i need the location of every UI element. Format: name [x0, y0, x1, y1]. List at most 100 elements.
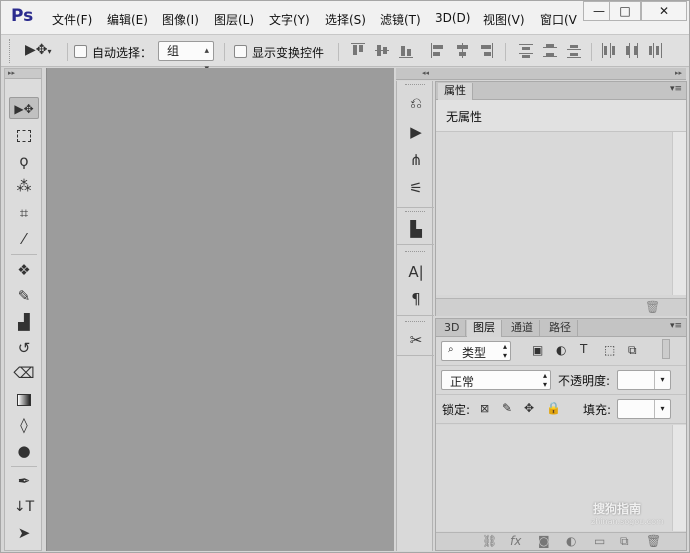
dock-collapse-icon[interactable]: ◂◂: [422, 68, 429, 79]
no-properties-text: 无属性: [436, 100, 686, 132]
trash-icon[interactable]: 🗑: [645, 300, 660, 314]
delete-layer-icon[interactable]: 🗑: [646, 534, 661, 548]
close-button[interactable]: ✕: [641, 1, 687, 21]
tab-paths[interactable]: 路径: [543, 320, 578, 337]
fx-icon[interactable]: fx: [510, 534, 521, 548]
actions-panel-icon[interactable]: ▶: [405, 122, 427, 142]
align-right-icon[interactable]: [479, 43, 493, 59]
move-tool-icon[interactable]: ▶✥: [9, 97, 39, 119]
move-tool-preset-icon[interactable]: ▶✥▾: [25, 42, 52, 58]
auto-select-dropdown[interactable]: 组 ▴▾: [158, 41, 214, 74]
menu-file[interactable]: 文件(F): [52, 11, 92, 28]
opacity-input[interactable]: ▾: [617, 370, 671, 390]
healing-brush-tool-icon[interactable]: ❖: [9, 259, 39, 281]
layers-scrollbar[interactable]: [672, 425, 686, 531]
distribute-left-icon[interactable]: [601, 43, 615, 59]
menu-window[interactable]: 窗口(V: [540, 11, 577, 28]
menu-filter[interactable]: 滤镜(T): [380, 11, 421, 28]
options-bar: ▶✥▾ 自动选择： 组 ▴▾ 显示变换控件: [1, 35, 689, 74]
strip-grip: [405, 321, 425, 323]
align-hcenter-icon[interactable]: [455, 43, 469, 59]
distribute-top-icon[interactable]: [519, 43, 533, 59]
crop-tool-icon[interactable]: ⌗: [9, 202, 39, 224]
auto-select-checkbox[interactable]: [74, 45, 87, 58]
filter-toggle[interactable]: [662, 339, 670, 359]
properties-scrollbar[interactable]: [672, 132, 686, 295]
dock-expand-icon[interactable]: ▸▸: [675, 68, 682, 79]
brush-tool-icon[interactable]: ✎: [9, 285, 39, 307]
distribute-right-icon[interactable]: [649, 43, 663, 59]
lock-transparent-icon[interactable]: ⊠: [480, 402, 489, 415]
distribute-vcenter-icon[interactable]: [543, 43, 557, 59]
align-vcenter-icon[interactable]: [375, 43, 389, 59]
maximize-button[interactable]: □: [609, 1, 641, 21]
eyedropper-tool-icon[interactable]: ⁄: [9, 228, 39, 250]
properties-panel: 属性 ▾≡ 无属性 🗑: [435, 81, 687, 316]
distribute-bottom-icon[interactable]: [567, 43, 581, 59]
menu-image[interactable]: 图像(I): [162, 11, 199, 28]
layer-filter-dropdown[interactable]: ⌕ 类型 ▴ ▾: [441, 341, 511, 361]
history-panel-icon[interactable]: ⎌: [405, 93, 427, 113]
properties-footer: 🗑: [436, 298, 686, 316]
lasso-tool-icon[interactable]: ϙ: [9, 150, 39, 172]
tab-channels[interactable]: 通道: [505, 320, 540, 337]
clone-stamp-tool-icon[interactable]: ▟: [9, 311, 39, 333]
brush-panel-icon[interactable]: ⚟: [405, 178, 427, 198]
lock-all-icon[interactable]: 🔒: [546, 401, 561, 415]
canvas-area[interactable]: [46, 68, 394, 551]
path-selection-tool-icon[interactable]: ➤: [9, 522, 39, 544]
history-brush-tool-icon[interactable]: ↺: [9, 337, 39, 359]
filter-adjustment-icon[interactable]: ◐: [556, 343, 566, 357]
fill-input[interactable]: ▾: [617, 399, 671, 419]
tool-presets-icon[interactable]: ✂: [405, 330, 427, 350]
tab-3d[interactable]: 3D: [438, 320, 467, 337]
menu-select[interactable]: 选择(S): [325, 11, 366, 28]
menu-view[interactable]: 视图(V): [483, 11, 525, 28]
blur-tool-icon[interactable]: ◊: [9, 414, 39, 436]
options-grip[interactable]: [9, 39, 12, 63]
layer-filter-row: ⌕ 类型 ▴ ▾ ▣ ◐ T ⬚ ⧉: [436, 337, 686, 366]
marquee-tool-icon[interactable]: [9, 124, 39, 146]
strip-separator: [397, 315, 434, 316]
eraser-tool-icon[interactable]: ⌫: [9, 362, 39, 384]
menu-type[interactable]: 文字(Y): [269, 11, 310, 28]
distribute-hcenter-icon[interactable]: [625, 43, 639, 59]
align-top-icon[interactable]: [351, 43, 365, 59]
tab-layers[interactable]: 图层: [467, 320, 502, 337]
new-layer-icon[interactable]: ⧉: [620, 534, 629, 549]
adjustment-layer-icon[interactable]: ◐: [566, 534, 576, 548]
filter-type-icon[interactable]: T: [580, 342, 587, 356]
character-panel-icon[interactable]: A|: [405, 262, 427, 282]
type-tool-icon[interactable]: ↓T: [9, 496, 39, 518]
tools-collapse-icon[interactable]: ▸▸: [5, 69, 41, 79]
new-group-icon[interactable]: ▭: [594, 534, 605, 548]
add-mask-icon[interactable]: ◙: [538, 534, 550, 548]
panel-menu-icon[interactable]: ▾≡: [670, 321, 682, 331]
menu-layer[interactable]: 图层(L): [214, 11, 254, 28]
gradient-tool-icon[interactable]: [9, 388, 39, 410]
filter-shape-icon[interactable]: ⬚: [604, 343, 615, 357]
panel-menu-icon[interactable]: ▾≡: [670, 84, 682, 94]
link-layers-icon[interactable]: ⛓: [482, 534, 497, 548]
chevron-down-icon[interactable]: ▾: [654, 400, 670, 418]
menu-edit[interactable]: 编辑(E): [107, 11, 148, 28]
blend-mode-dropdown[interactable]: 正常 ▴ ▾: [441, 370, 551, 390]
show-transform-checkbox[interactable]: [234, 45, 247, 58]
magic-wand-tool-icon[interactable]: ⁂: [9, 175, 39, 197]
brush-presets-icon[interactable]: ⋔: [405, 150, 427, 170]
filter-pixel-icon[interactable]: ▣: [532, 343, 543, 357]
blend-row: 正常 ▴ ▾ 不透明度: ▾: [436, 366, 686, 395]
filter-smart-object-icon[interactable]: ⧉: [628, 343, 637, 358]
lock-position-icon[interactable]: ✥: [524, 401, 534, 415]
menu-3d[interactable]: 3D(D): [435, 11, 470, 25]
paragraph-panel-icon[interactable]: ¶: [405, 289, 427, 309]
dodge-tool-icon[interactable]: ●: [9, 440, 39, 462]
pen-tool-icon[interactable]: ✒: [9, 470, 39, 492]
tab-properties[interactable]: 属性: [438, 83, 473, 100]
clone-source-icon[interactable]: ▙: [405, 219, 427, 239]
align-bottom-icon[interactable]: [399, 43, 413, 59]
chevron-down-icon[interactable]: ▾: [654, 371, 670, 389]
lock-pixels-icon[interactable]: ✎: [502, 401, 512, 415]
align-left-icon[interactable]: [431, 43, 445, 59]
strip-grip: [405, 84, 425, 86]
